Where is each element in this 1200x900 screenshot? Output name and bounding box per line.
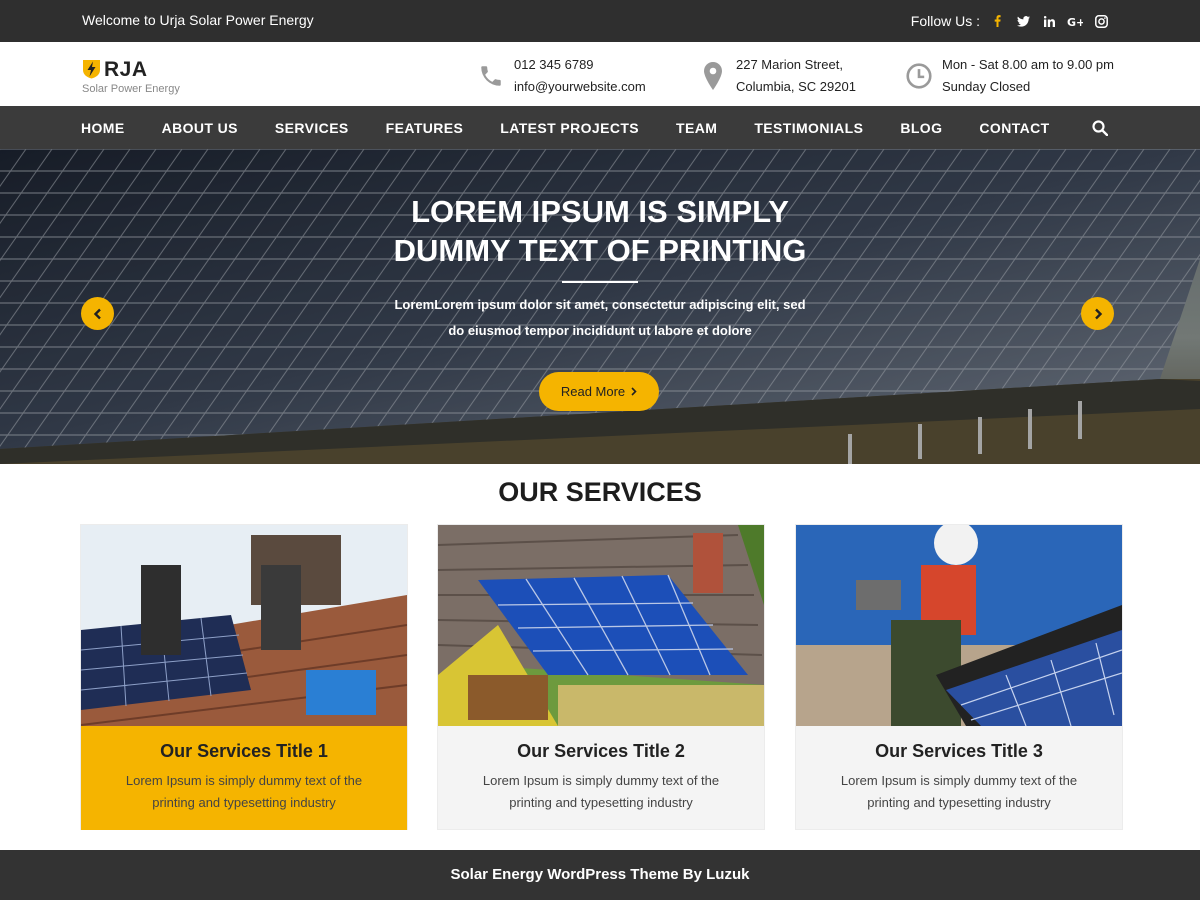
contact-phone: 012 345 6789 info@yourwebsite.com xyxy=(478,54,646,98)
service-desc-line2: printing and typesetting industry xyxy=(867,795,1051,810)
hours-line2: Sunday Closed xyxy=(942,79,1031,94)
hero-text-line2: do eiusmod tempor incididunt ut labore e… xyxy=(448,323,752,338)
logo-name: RJA xyxy=(104,58,148,81)
top-bar: Welcome to Urja Solar Power Energy Follo… xyxy=(0,0,1200,42)
service-body-1: Our Services Title 1 Lorem Ipsum is simp… xyxy=(81,726,407,830)
nav-services[interactable]: SERVICES xyxy=(275,120,349,136)
twitter-icon[interactable] xyxy=(1010,12,1036,30)
svg-text:G+: G+ xyxy=(1067,16,1083,27)
read-more-label: Read More xyxy=(560,384,626,399)
main-nav: HOME ABOUT US SERVICES FEATURES LATEST P… xyxy=(0,106,1200,149)
hero-text-line1: LoremLorem ipsum dolor sit amet, consect… xyxy=(394,297,806,312)
google-plus-icon[interactable]: G+ xyxy=(1062,12,1088,30)
hero-title-line1: LOREM IPSUM IS SIMPLY xyxy=(411,194,789,229)
address-line2: Columbia, SC 29201 xyxy=(736,79,856,94)
contact-address: 227 Marion Street, Columbia, SC 29201 xyxy=(700,54,856,98)
nav-blog[interactable]: BLOG xyxy=(900,120,942,136)
instagram-icon[interactable] xyxy=(1088,12,1114,30)
shield-bolt-icon xyxy=(83,60,100,79)
hours-line1: Mon - Sat 8.00 am to 9.00 pm xyxy=(942,57,1114,72)
welcome-text: Welcome to Urja Solar Power Energy xyxy=(82,12,314,28)
service-desc-3: Lorem Ipsum is simply dummy text of the … xyxy=(824,770,1094,814)
service-card-3[interactable]: Our Services Title 3 Lorem Ipsum is simp… xyxy=(795,524,1123,830)
map-pin-icon xyxy=(700,61,726,91)
service-desc-1: Lorem Ipsum is simply dummy text of the … xyxy=(109,770,379,814)
hero-title: LOREM IPSUM IS SIMPLY DUMMY TEXT OF PRIN… xyxy=(300,192,900,270)
site-header: RJA Solar Power Energy 012 345 6789 info… xyxy=(0,42,1200,106)
read-more-button[interactable]: Read More xyxy=(539,372,659,411)
social-links: Follow Us : G+ xyxy=(911,12,1114,30)
service-body-3: Our Services Title 3 Lorem Ipsum is simp… xyxy=(796,726,1122,830)
service-desc-2: Lorem Ipsum is simply dummy text of the … xyxy=(466,770,736,814)
phone-icon xyxy=(478,61,504,91)
service-image-1 xyxy=(81,525,407,726)
follow-label: Follow Us : xyxy=(910,13,980,29)
contact-hours: Mon - Sat 8.00 am to 9.00 pm Sunday Clos… xyxy=(906,54,1114,98)
footer-credit[interactable]: Solar Energy WordPress Theme By Luzuk xyxy=(451,866,750,883)
nav-about-us[interactable]: ABOUT US xyxy=(162,120,238,136)
service-card-2[interactable]: Our Services Title 2 Lorem Ipsum is simp… xyxy=(437,524,765,830)
service-card-1[interactable]: Our Services Title 1 Lorem Ipsum is simp… xyxy=(80,524,408,830)
service-title-1: Our Services Title 1 xyxy=(160,741,328,761)
address-line1: 227 Marion Street, xyxy=(736,57,843,72)
nav-home[interactable]: HOME xyxy=(81,120,125,136)
service-image-2 xyxy=(438,525,764,726)
nav-latest-projects[interactable]: LATEST PROJECTS xyxy=(500,120,639,136)
nav-team[interactable]: TEAM xyxy=(676,120,717,136)
slider-prev-button[interactable] xyxy=(81,297,114,330)
search-icon[interactable] xyxy=(1092,120,1108,136)
chevron-right-icon xyxy=(1094,308,1102,319)
clock-icon xyxy=(906,61,932,91)
service-image-3 xyxy=(796,525,1122,726)
hero-text: LoremLorem ipsum dolor sit amet, consect… xyxy=(370,292,830,344)
phone-number[interactable]: 012 345 6789 xyxy=(514,54,646,76)
nav-testimonials[interactable]: TESTIMONIALS xyxy=(754,120,863,136)
chevron-right-icon xyxy=(631,387,637,396)
logo-tagline: Solar Power Energy xyxy=(82,83,180,95)
hero-divider xyxy=(562,281,638,283)
chevron-left-icon xyxy=(93,308,101,319)
site-footer: Solar Energy WordPress Theme By Luzuk xyxy=(0,850,1200,900)
service-body-2: Our Services Title 2 Lorem Ipsum is simp… xyxy=(438,726,764,830)
service-desc-line2: printing and typesetting industry xyxy=(509,795,693,810)
service-desc-line1: Lorem Ipsum is simply dummy text of the xyxy=(840,773,1078,788)
hero-title-line2: DUMMY TEXT OF PRINTING xyxy=(393,233,807,268)
service-desc-line1: Lorem Ipsum is simply dummy text of the xyxy=(482,773,720,788)
slider-next-button[interactable] xyxy=(1081,297,1114,330)
facebook-icon[interactable] xyxy=(984,12,1010,30)
email-address[interactable]: info@yourwebsite.com xyxy=(514,76,646,98)
nav-contact[interactable]: CONTACT xyxy=(979,120,1049,136)
nav-features[interactable]: FEATURES xyxy=(386,120,464,136)
services-heading: OUR SERVICES xyxy=(498,477,702,507)
hero-slider: LOREM IPSUM IS SIMPLY DUMMY TEXT OF PRIN… xyxy=(0,149,1200,464)
service-title-3: Our Services Title 3 xyxy=(875,741,1043,761)
service-desc-line2: printing and typesetting industry xyxy=(152,795,336,810)
service-desc-line1: Lorem Ipsum is simply dummy text of the xyxy=(125,773,363,788)
linkedin-icon[interactable] xyxy=(1036,12,1062,30)
service-title-2: Our Services Title 2 xyxy=(517,741,685,761)
